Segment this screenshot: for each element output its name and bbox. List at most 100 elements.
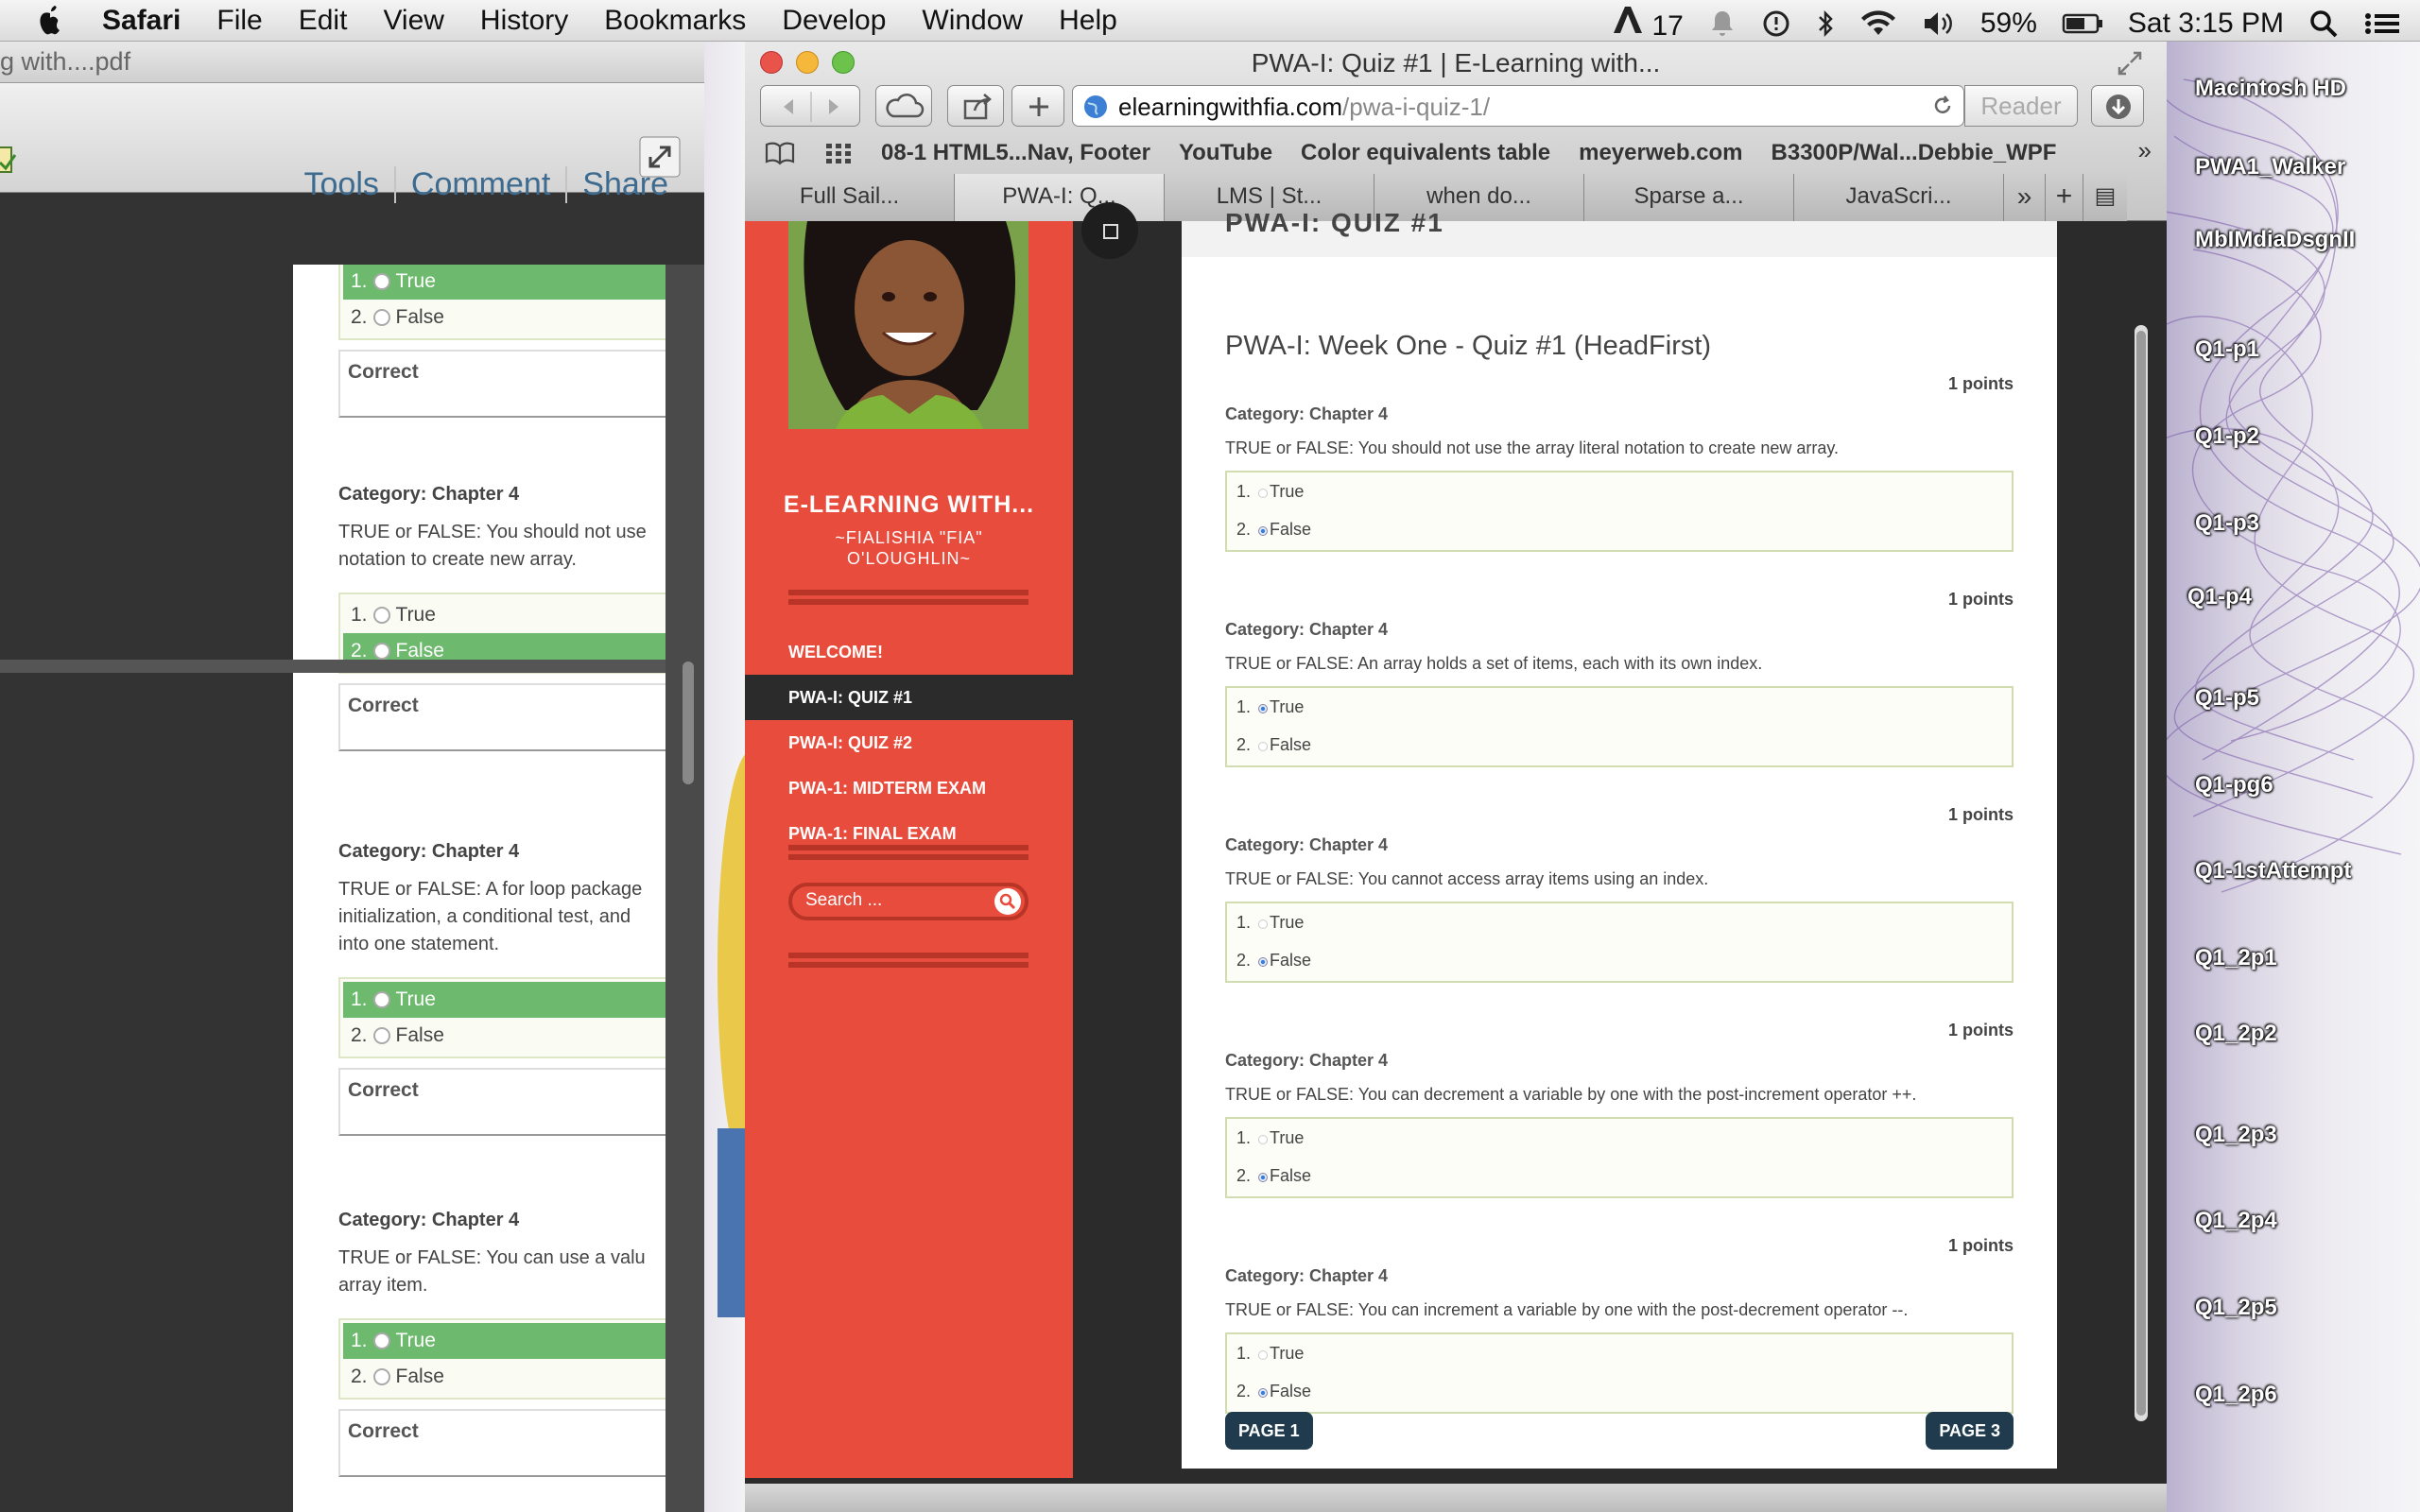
notification-center-icon[interactable] bbox=[2363, 9, 2401, 39]
menubar-clock[interactable]: Sat 3:15 PM bbox=[2128, 8, 2284, 40]
pdf-scrollbar[interactable] bbox=[666, 265, 704, 1512]
answer-option[interactable]: 1. True bbox=[1236, 1344, 1304, 1364]
radio-button-selected[interactable] bbox=[1258, 704, 1269, 713]
menu-bookmarks[interactable]: Bookmarks bbox=[604, 5, 746, 37]
menu-app-safari[interactable]: Safari bbox=[102, 5, 181, 37]
reader-button[interactable]: Reader bbox=[1964, 85, 2078, 127]
desktop-icon-label[interactable]: Q1-p5 bbox=[2195, 685, 2259, 712]
add-bookmark-button[interactable] bbox=[1011, 85, 1064, 127]
menu-develop[interactable]: Develop bbox=[782, 5, 886, 37]
tab[interactable]: Sparse a... bbox=[1584, 174, 1794, 221]
search-input[interactable] bbox=[805, 890, 976, 911]
pdf-titlebar[interactable]: g with....pdf bbox=[0, 42, 704, 83]
radio-button-selected[interactable] bbox=[1258, 957, 1269, 967]
desktop-icon-label[interactable]: Q1_2p5 bbox=[2195, 1295, 2277, 1321]
nav-quiz-2[interactable]: PWA-I: QUIZ #2 bbox=[745, 720, 1073, 765]
nav-welcome[interactable]: WELCOME! bbox=[745, 629, 1073, 675]
answer-option[interactable]: 2. False bbox=[1236, 520, 1311, 540]
tab-overflow-icon[interactable]: » bbox=[2004, 174, 2046, 221]
wifi-icon[interactable] bbox=[1859, 9, 1897, 39]
desktop-icon-label[interactable]: Q1-p3 bbox=[2195, 510, 2259, 537]
desktop-icon-label[interactable]: Q1_2p4 bbox=[2195, 1208, 2277, 1234]
answer-option[interactable]: 2. False bbox=[1236, 1166, 1311, 1186]
desktop-icon-label[interactable]: Q1-pg6 bbox=[2195, 772, 2273, 799]
desktop-icon-label[interactable]: MbIMdiaDsgnII bbox=[2195, 227, 2355, 253]
answer-option[interactable]: 1. True bbox=[1236, 697, 1304, 717]
tab-view-icon[interactable]: ▤ bbox=[2083, 174, 2127, 221]
desktop-icon-label[interactable]: PWA1_Walker bbox=[2195, 154, 2345, 180]
menu-history[interactable]: History bbox=[480, 5, 568, 37]
answer-option[interactable]: 2. False bbox=[1236, 735, 1311, 755]
menu-window[interactable]: Window bbox=[922, 5, 1023, 37]
bookmark-item[interactable]: YouTube bbox=[1179, 140, 1272, 166]
answer-option[interactable]: 2. False bbox=[1236, 1382, 1311, 1401]
desktop-icon-label[interactable]: Q1_2p6 bbox=[2195, 1382, 2277, 1408]
battery-percent[interactable]: 59% bbox=[1980, 8, 2037, 40]
bookmarks-overflow-icon[interactable]: » bbox=[2138, 136, 2152, 165]
answer-option[interactable]: 1. True bbox=[1236, 482, 1304, 502]
back-forward-icon[interactable] bbox=[761, 86, 861, 128]
address-bar[interactable]: elearningwithfia.com/pwa-i-quiz-1/ bbox=[1072, 85, 1964, 127]
reading-list-icon[interactable] bbox=[764, 140, 796, 166]
desktop-icon-label[interactable]: Q1_2p3 bbox=[2195, 1122, 2277, 1148]
site-name[interactable]: E-LEARNING WITH... bbox=[745, 491, 1073, 519]
back-forward-buttons[interactable] bbox=[760, 85, 860, 127]
menu-view[interactable]: View bbox=[383, 5, 443, 37]
radio-button[interactable] bbox=[1258, 489, 1269, 498]
tab[interactable]: JavaScri... bbox=[1794, 174, 2004, 221]
bookmark-item[interactable]: B3300P/Wal...Debbie_WPF bbox=[1772, 140, 2057, 166]
notification-bell-icon[interactable] bbox=[1708, 9, 1737, 39]
answer-option[interactable]: 1. True bbox=[1236, 1128, 1304, 1148]
nav-quiz-1[interactable]: PWA-I: QUIZ #1 bbox=[745, 675, 1073, 720]
pdf-scroll-thumb[interactable] bbox=[683, 662, 694, 784]
top-sites-icon[interactable] bbox=[824, 140, 853, 166]
page-3-button[interactable]: PAGE 3 bbox=[1926, 1412, 2014, 1450]
desktop-icon-label[interactable]: Q1-1stAttempt bbox=[2195, 858, 2351, 885]
battery-icon[interactable] bbox=[2062, 9, 2103, 39]
radio-button[interactable] bbox=[1258, 1350, 1269, 1360]
desktop-icon-label[interactable]: Q1-p4 bbox=[2187, 584, 2252, 610]
new-tab-button[interactable]: + bbox=[2046, 174, 2083, 221]
icloud-tabs-button[interactable] bbox=[875, 85, 932, 127]
comment-button[interactable]: Comment bbox=[393, 166, 565, 203]
bookmark-item[interactable]: 08-1 HTML5...Nav, Footer bbox=[881, 140, 1150, 166]
radio-button-selected[interactable] bbox=[1258, 1388, 1269, 1398]
reload-icon[interactable] bbox=[1931, 94, 1954, 117]
menu-help[interactable]: Help bbox=[1059, 5, 1117, 37]
spotlight-search-icon[interactable] bbox=[2308, 9, 2339, 39]
desktop-icon-label[interactable]: Q1_2p2 bbox=[2195, 1021, 2277, 1047]
share-button[interactable]: Share bbox=[565, 166, 683, 203]
answer-option[interactable]: 1. True bbox=[1236, 913, 1304, 933]
volume-icon[interactable] bbox=[1922, 9, 1956, 39]
desktop-icon-label[interactable]: Q1-p2 bbox=[2195, 423, 2259, 450]
menu-file[interactable]: File bbox=[216, 5, 262, 37]
tab[interactable]: Full Sail... bbox=[745, 174, 955, 221]
bookmark-item[interactable]: meyerweb.com bbox=[1579, 140, 1742, 166]
share-button[interactable] bbox=[947, 85, 1004, 127]
answer-option[interactable]: 2. False bbox=[1236, 951, 1311, 971]
downloads-button[interactable] bbox=[2091, 85, 2144, 127]
sidebar-toggle-button[interactable] bbox=[1081, 202, 1138, 259]
radio-button[interactable] bbox=[1258, 742, 1269, 751]
page-1-button[interactable]: PAGE 1 bbox=[1225, 1412, 1313, 1450]
desktop-icon-label[interactable]: Macintosh HD bbox=[2195, 76, 2346, 102]
bookmark-item[interactable]: Color equivalents table bbox=[1301, 140, 1550, 166]
radio-button[interactable] bbox=[1258, 1135, 1269, 1144]
adobe-status-item[interactable]: 17 bbox=[1612, 5, 1684, 43]
page-scroll-thumb[interactable] bbox=[2136, 331, 2146, 1416]
radio-button-selected[interactable] bbox=[1258, 1173, 1269, 1182]
url-text[interactable]: elearningwithfia.com/pwa-i-quiz-1/ bbox=[1118, 93, 1490, 122]
apple-icon[interactable] bbox=[36, 4, 64, 36]
radio-button-selected[interactable] bbox=[1258, 526, 1269, 536]
desktop-icon-label[interactable]: Q1-p1 bbox=[2195, 336, 2259, 363]
time-machine-icon[interactable] bbox=[1761, 9, 1791, 39]
radio-button[interactable] bbox=[1258, 919, 1269, 929]
tools-button[interactable]: Tools bbox=[289, 166, 394, 203]
search-button[interactable] bbox=[994, 888, 1021, 915]
bluetooth-icon[interactable] bbox=[1816, 9, 1835, 39]
menu-edit[interactable]: Edit bbox=[299, 5, 348, 37]
pdf-sign-icon[interactable] bbox=[0, 144, 21, 176]
fullscreen-icon[interactable] bbox=[2118, 51, 2142, 76]
desktop-icon-label[interactable]: Q1_2p1 bbox=[2195, 945, 2277, 971]
page-scrollbar[interactable] bbox=[2135, 325, 2148, 1421]
